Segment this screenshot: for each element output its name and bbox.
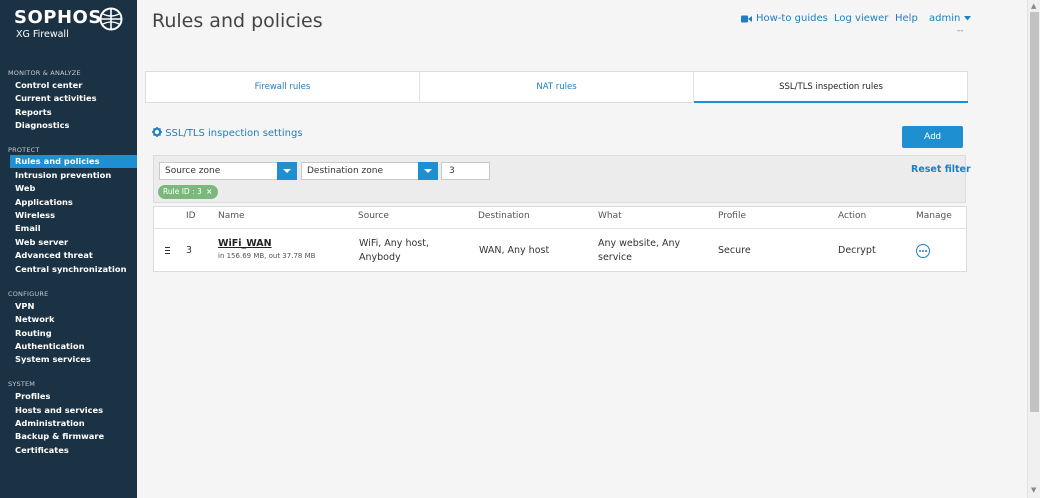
- tab-ssl-tls-inspection-rules[interactable]: SSL/TLS inspection rules: [694, 72, 968, 103]
- sidebar-item-current-activities[interactable]: Current activities: [0, 92, 137, 105]
- scroll-up-icon[interactable]: ▲: [1031, 2, 1036, 10]
- sidebar-item-certificates[interactable]: Certificates: [0, 444, 137, 457]
- sidebar-item-applications[interactable]: Applications: [0, 196, 137, 209]
- sidebar-item-network[interactable]: Network: [0, 313, 137, 326]
- destination-zone-select[interactable]: Destination zone: [301, 162, 438, 180]
- rules-table: ID Name Source Destination What Profile …: [153, 206, 967, 272]
- sidebar-item-control-center[interactable]: Control center: [0, 79, 137, 92]
- tab-firewall-rules[interactable]: Firewall rules: [146, 72, 420, 103]
- sidebar: SOPHOS XG Firewall MONITOR & ANALYZE Con…: [0, 0, 137, 498]
- table-row[interactable]: 3 WiFi_WAN in 156.69 MB, out 37.78 MB Wi…: [154, 228, 966, 272]
- rule-source-line2: Anybody: [359, 252, 401, 263]
- sidebar-item-advanced-threat[interactable]: Advanced threat: [0, 249, 137, 262]
- sidebar-item-web[interactable]: Web: [0, 182, 137, 195]
- rule-id: 3: [186, 245, 193, 256]
- sidebar-item-backup-firmware[interactable]: Backup & firmware: [0, 430, 137, 443]
- sidebar-item-intrusion-prevention[interactable]: Intrusion prevention: [0, 169, 137, 182]
- sidebar-item-central-synchronization[interactable]: Central synchronization: [0, 263, 137, 276]
- sidebar-item-reports[interactable]: Reports: [0, 106, 137, 119]
- close-icon[interactable]: ×: [206, 187, 212, 196]
- gear-icon: [152, 127, 162, 137]
- column-header-name: Name: [218, 211, 245, 221]
- sidebar-item-authentication[interactable]: Authentication: [0, 340, 137, 353]
- sidebar-item-administration[interactable]: Administration: [0, 417, 137, 430]
- rule-action: Decrypt: [838, 245, 876, 256]
- sidebar-item-vpn[interactable]: VPN: [0, 300, 137, 313]
- rule-tabs: Firewall rules NAT rules SSL/TLS inspect…: [145, 71, 968, 103]
- filter-chip: Rule ID : 3 ×: [158, 185, 219, 199]
- nav-section-monitor: MONITOR & ANALYZE: [8, 69, 81, 77]
- nav-section-protect: PROTECT: [8, 146, 40, 154]
- sidebar-item-system-services[interactable]: System services: [0, 353, 137, 366]
- brand-name: SOPHOS: [14, 7, 102, 28]
- nav-section-configure: CONFIGURE: [8, 290, 49, 298]
- column-header-what: What: [598, 211, 622, 221]
- sidebar-item-email[interactable]: Email: [0, 222, 137, 235]
- rule-traffic: in 156.69 MB, out 37.78 MB: [218, 252, 316, 260]
- column-header-profile: Profile: [718, 211, 746, 221]
- column-header-destination: Destination: [478, 211, 530, 221]
- howto-guides-link[interactable]: How-to guides: [756, 13, 828, 24]
- filter-chip-label: Rule ID : 3: [163, 187, 202, 196]
- brand: SOPHOS XG Firewall: [14, 7, 126, 43]
- filter-bar: Source zone Destination zone Reset filte…: [153, 155, 971, 203]
- reset-filter-link[interactable]: Reset filter: [911, 164, 971, 175]
- sidebar-item-rules-and-policies[interactable]: Rules and policies: [10, 155, 137, 168]
- video-camera-icon[interactable]: [741, 15, 752, 23]
- add-button[interactable]: Add: [902, 126, 963, 148]
- rule-name-link[interactable]: WiFi_WAN: [218, 238, 272, 249]
- more-options-icon[interactable]: [916, 244, 930, 258]
- drag-handle-icon[interactable]: [165, 247, 170, 254]
- admin-menu[interactable]: admin: [929, 13, 971, 24]
- column-header-manage: Manage: [916, 211, 952, 221]
- sidebar-item-wireless[interactable]: Wireless: [0, 209, 137, 222]
- scroll-down-icon[interactable]: ▼: [1031, 486, 1036, 494]
- sidebar-item-routing[interactable]: Routing: [0, 327, 137, 340]
- chevron-down-icon: [277, 162, 297, 180]
- scrollbar-thumb[interactable]: [1030, 12, 1039, 412]
- sidebar-item-diagnostics[interactable]: Diagnostics: [0, 119, 137, 132]
- sidebar-item-profiles[interactable]: Profiles: [0, 390, 137, 403]
- rule-what-line2: service: [598, 252, 633, 263]
- admin-subtext: --: [957, 26, 964, 36]
- column-header-source: Source: [358, 211, 389, 221]
- sophos-logo-icon: [99, 7, 123, 31]
- column-header-action: Action: [838, 211, 867, 221]
- chevron-down-icon: [963, 15, 971, 20]
- rule-destination: WAN, Any host: [479, 245, 550, 256]
- help-link[interactable]: Help: [895, 13, 918, 24]
- rule-profile: Secure: [718, 245, 751, 256]
- column-header-id: ID: [186, 211, 196, 221]
- source-zone-label: Source zone: [165, 166, 221, 176]
- sidebar-item-hosts-and-services[interactable]: Hosts and services: [0, 404, 137, 417]
- destination-zone-label: Destination zone: [307, 166, 383, 176]
- ssl-tls-settings-label: SSL/TLS inspection settings: [165, 128, 303, 139]
- ssl-tls-settings-link[interactable]: SSL/TLS inspection settings: [152, 127, 303, 139]
- rule-what-line1: Any website, Any: [598, 238, 681, 249]
- page-title: Rules and policies: [152, 10, 323, 32]
- admin-label: admin: [929, 13, 961, 24]
- rule-source-line1: WiFi, Any host,: [359, 238, 429, 249]
- brand-product: XG Firewall: [16, 29, 69, 40]
- nav-section-system: SYSTEM: [8, 380, 36, 388]
- sidebar-item-web-server[interactable]: Web server: [0, 236, 137, 249]
- tab-nat-rules[interactable]: NAT rules: [420, 72, 694, 103]
- rule-id-filter-input[interactable]: [441, 162, 490, 180]
- chevron-down-icon: [418, 162, 438, 180]
- source-zone-select[interactable]: Source zone: [159, 162, 297, 180]
- vertical-scrollbar[interactable]: ▲ ▼: [1027, 0, 1040, 498]
- log-viewer-link[interactable]: Log viewer: [834, 13, 888, 24]
